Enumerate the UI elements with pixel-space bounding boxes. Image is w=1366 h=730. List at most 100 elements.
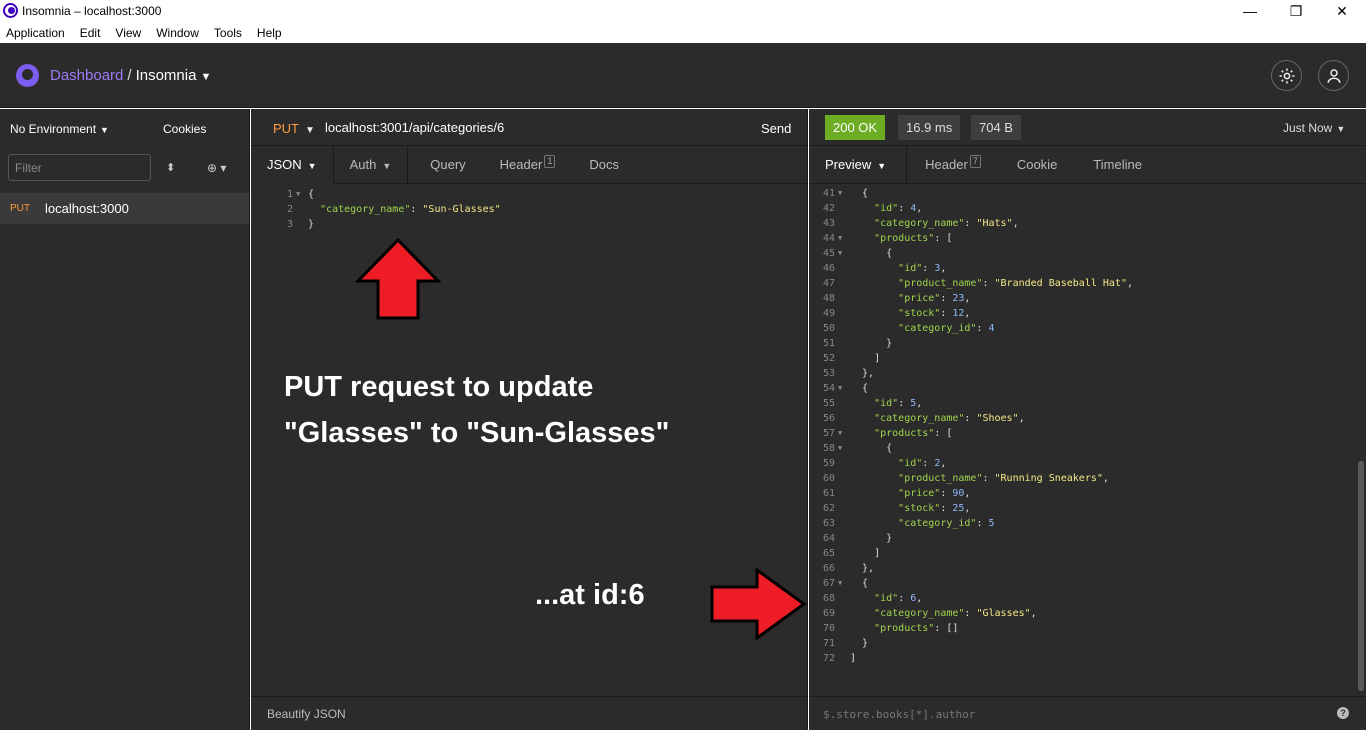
code-line: 54 ▼ { [809,381,1349,396]
workspace-dropdown[interactable]: Insomnia [136,67,197,84]
tab-cookie[interactable]: Cookie [999,146,1075,184]
code-text: } [850,638,869,649]
sort-icon[interactable]: ⬍ [166,161,175,174]
add-plus-icon[interactable]: ⊕ ▾ [207,161,226,175]
response-filter-input[interactable] [823,705,1223,723]
code-text: "category_id": 5 [898,518,995,529]
response-body-viewer[interactable]: 41 ▼ {42 "id": 4, 43 "category_name": "Hat… [809,186,1349,666]
tab-preview[interactable]: Preview ▼ [809,146,908,184]
line-number: 51 [822,338,835,349]
window-titlebar: Insomnia – localhost:3000 — ❐ ✕ [0,0,1366,23]
beautify-json-button[interactable]: Beautify JSON [267,707,346,721]
fold-arrow-icon[interactable]: ▼ [838,441,842,456]
scrollbar-thumb[interactable] [1358,461,1364,691]
code-line: 1 ▼ { [251,187,808,202]
code-text: "category_id": 4 [898,323,995,334]
code-text: { [850,188,869,199]
chevron-down-icon[interactable]: ▼ [200,71,211,83]
code-text: "category_name": "Shoes", [874,413,1025,424]
request-name: localhost:3000 [45,201,129,216]
tab-preview-label: Preview [825,157,872,172]
menu-window[interactable]: Window [156,23,199,43]
fold-arrow-icon[interactable]: ▼ [838,381,842,396]
method-dropdown[interactable]: PUT ▼ [273,121,315,136]
code-text: ] [850,653,857,664]
history-dropdown[interactable]: Just Now ▼ [1283,121,1345,135]
line-number: 49 [822,308,835,319]
tab-response-header[interactable]: Header 7 [907,146,999,184]
insomnia-app-icon [3,3,18,18]
environment-dropdown[interactable]: No Environment ▼ [10,122,109,136]
code-text: "category_name": "Hats", [874,218,1019,229]
response-scrollbar[interactable] [1357,186,1365,696]
tab-timeline[interactable]: Timeline [1075,146,1160,184]
line-number: 54 [822,383,835,394]
menu-application[interactable]: Application [6,23,65,43]
response-size-badge: 704 B [971,115,1021,140]
menu-help[interactable]: Help [257,23,282,43]
user-icon [1326,68,1341,83]
fold-arrow-icon[interactable]: ▼ [838,231,842,246]
fold-arrow-icon[interactable]: ▼ [838,426,842,441]
menu-edit[interactable]: Edit [80,23,101,43]
close-window-button[interactable]: ✕ [1319,0,1365,23]
tab-json[interactable]: JSON ▼ [251,146,334,184]
line-number: 60 [822,473,835,484]
help-icon[interactable]: ? [1337,707,1349,719]
code-line: 58 ▼ { [809,441,1349,456]
code-line: 65 ] [809,546,1349,561]
line-number: 44 [822,233,835,244]
line-number: 59 [822,458,835,469]
url-input[interactable]: localhost:3001/api/categories/6 [325,120,504,135]
line-number: 42 [822,203,835,214]
code-line: 66 }, [809,561,1349,576]
send-button[interactable]: Send [761,121,791,136]
line-number: 41 [822,188,835,199]
annotation-id-text: ...at id:6 [535,579,645,611]
code-line: 2 "category_name": "Sun-Glasses" [251,202,808,217]
fold-arrow-icon[interactable]: ▼ [838,576,842,591]
code-text: } [850,533,893,544]
settings-button[interactable] [1271,60,1302,91]
code-line: 43 "category_name": "Hats", [809,216,1349,231]
fold-arrow-icon[interactable]: ▼ [838,246,842,261]
tab-query[interactable]: Query [408,146,487,184]
menu-view[interactable]: View [115,23,141,43]
line-number: 55 [822,398,835,409]
fold-arrow-icon[interactable]: ▼ [296,187,300,202]
line-number: 50 [822,323,835,334]
code-line: 45 ▼ { [809,246,1349,261]
annotation-line-2: "Glasses" to "Sun-Glasses" [284,417,670,449]
sidebar-request-item[interactable]: PUT localhost:3000 [0,193,249,224]
fold-arrow-icon[interactable]: ▼ [838,186,842,201]
dashboard-link[interactable]: Dashboard [50,67,123,84]
code-text: { [850,383,869,394]
request-body-editor[interactable]: 1 ▼{2 "category_name": "Sun-Glasses" 3} [251,187,808,232]
code-text: "category_name": "Glasses", [874,608,1037,619]
line-number: 56 [822,413,835,424]
code-text: "id": 3, [898,263,947,274]
minimize-button[interactable]: — [1227,0,1273,23]
filter-input[interactable] [8,154,151,181]
response-header-count-badge: 7 [969,154,981,168]
line-number: 62 [822,503,835,514]
cookies-button[interactable]: Cookies [163,122,206,136]
line-number: 63 [822,518,835,529]
line-number: 58 [822,443,835,454]
code-text: ] [850,353,881,364]
tab-header[interactable]: Header 1 [488,146,568,184]
code-line: 47 "product_name": "Branded Baseball Hat… [809,276,1349,291]
account-button[interactable] [1318,60,1349,91]
tab-docs[interactable]: Docs [567,146,641,184]
history-label: Just Now [1283,121,1333,135]
maximize-button[interactable]: ❐ [1273,0,1319,23]
menu-tools[interactable]: Tools [214,23,242,43]
tab-auth[interactable]: Auth ▼ [334,146,409,184]
response-pane: 200 OK 16.9 ms 704 B Just Now ▼ Preview ▼ … [809,109,1366,730]
code-line: 61 "price": 90, [809,486,1349,501]
request-pane: PUT ▼ localhost:3001/api/categories/6 Sen… [251,109,808,730]
code-text: "products": [ [874,233,953,244]
menu-bar: Application Edit View Window Tools Help [0,23,1366,43]
chevron-down-icon: ▼ [307,161,317,171]
code-line: 67 ▼ { [809,576,1349,591]
